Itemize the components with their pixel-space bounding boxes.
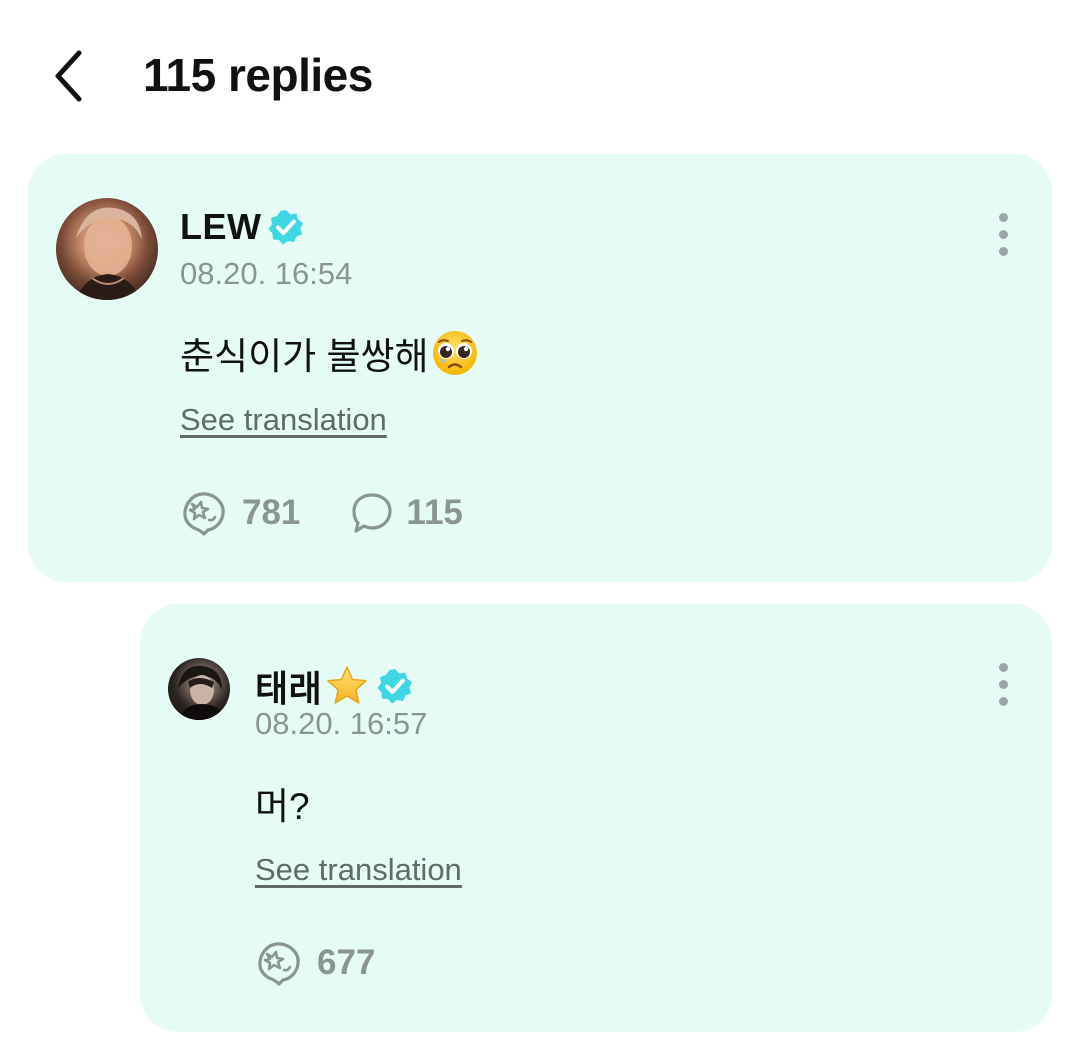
timestamp: 08.20. 16:57 xyxy=(255,706,428,741)
reply-text-content: 머? xyxy=(255,786,310,827)
verified-badge-icon xyxy=(267,208,305,246)
post-card: LEW 08.20. 16:54 춘식이가 불쌍해 See translatio… xyxy=(28,154,1052,582)
sticker-like-icon xyxy=(183,492,225,536)
see-translation-link[interactable]: See translation xyxy=(180,402,387,438)
like-count: 677 xyxy=(317,943,376,982)
post-text-content: 춘식이가 불쌍해 xyxy=(180,336,429,377)
like-button[interactable]: 677 xyxy=(255,940,375,986)
comment-count: 115 xyxy=(406,493,463,532)
pleading-face-emoji-icon xyxy=(431,329,479,377)
more-options-button[interactable] xyxy=(983,654,1023,714)
more-dot xyxy=(998,212,1008,222)
author-row: 태래 xyxy=(255,660,414,712)
author-row: LEW xyxy=(180,206,305,248)
page-title: 115 replies xyxy=(143,49,373,101)
more-dot xyxy=(998,246,1008,256)
more-dot xyxy=(998,662,1008,672)
timestamp: 08.20. 16:54 xyxy=(180,256,353,291)
post-text: 춘식이가 불쌍해 xyxy=(180,326,479,380)
avatar[interactable] xyxy=(168,658,230,720)
author-name[interactable]: 태래 xyxy=(255,660,322,712)
star-emoji-icon xyxy=(324,664,370,708)
reply-card: 태래 08.20. 16:57 머? See translation 677 xyxy=(140,604,1052,1032)
verified-badge-icon xyxy=(376,667,414,705)
header: 115 replies xyxy=(0,0,1080,150)
avatar[interactable] xyxy=(56,198,158,300)
author-name[interactable]: LEW xyxy=(180,206,261,248)
like-button[interactable]: 781 xyxy=(180,490,300,536)
see-translation-link[interactable]: See translation xyxy=(255,852,462,888)
sticker-like-icon xyxy=(258,942,300,986)
comment-button[interactable]: 115 xyxy=(350,491,463,535)
reply-actions: 677 xyxy=(255,940,375,986)
chevron-left-icon xyxy=(55,50,82,102)
post-actions: 781 115 xyxy=(180,490,463,536)
more-dot xyxy=(998,696,1008,706)
more-dot xyxy=(998,229,1008,239)
more-dot xyxy=(998,679,1008,689)
speech-bubble-icon xyxy=(352,493,393,533)
reply-text: 머? xyxy=(255,776,310,830)
back-button[interactable] xyxy=(40,44,96,108)
more-options-button[interactable] xyxy=(983,204,1023,264)
like-count: 781 xyxy=(242,493,301,532)
